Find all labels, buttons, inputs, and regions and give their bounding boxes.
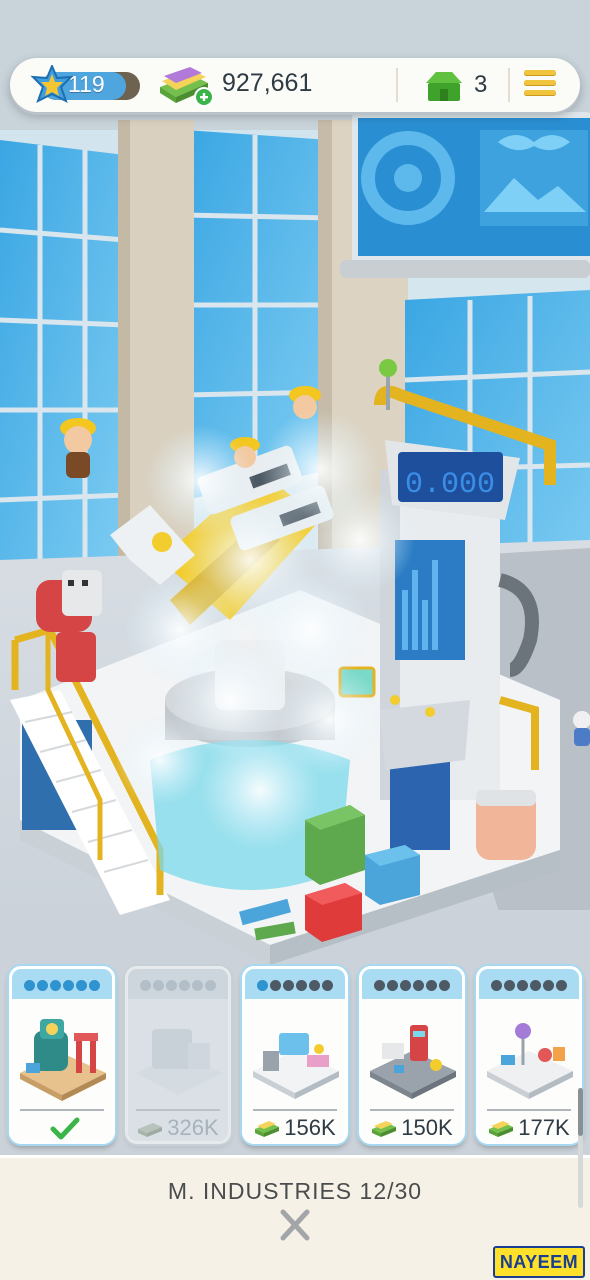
factory-thumbnail xyxy=(370,1025,456,1099)
star-icon xyxy=(30,65,74,104)
rating-dot xyxy=(205,980,216,991)
card-price: 326K xyxy=(128,1115,228,1141)
rating-dot xyxy=(543,980,554,991)
rating-dot xyxy=(63,980,74,991)
card-rating xyxy=(12,969,112,999)
checkmark-icon xyxy=(50,1117,80,1140)
rating-dot xyxy=(322,980,333,991)
factory-thumbnail xyxy=(487,1023,573,1099)
cash-stack-icon xyxy=(372,1121,397,1137)
rating-dot xyxy=(400,980,411,991)
rating-dot xyxy=(491,980,502,991)
rating-dot xyxy=(140,980,151,991)
rating-dot xyxy=(439,980,450,991)
factory-thumbnail xyxy=(253,1033,339,1099)
house-count: 3 xyxy=(474,71,488,98)
industry-title: M. INDUSTRIES 12/30 xyxy=(167,1178,423,1204)
rating-dot xyxy=(530,980,541,991)
card-rating xyxy=(479,969,579,999)
rating-dot xyxy=(426,980,437,991)
player-level[interactable]: 119 xyxy=(24,65,140,104)
rating-dot xyxy=(374,980,385,991)
rating-dot xyxy=(270,980,281,991)
factory-cards-row: 326K 156K 150K 177K xyxy=(0,960,590,1150)
rating-dot xyxy=(192,980,203,991)
cash-stack-icon xyxy=(255,1121,280,1137)
card-divider xyxy=(253,1109,337,1111)
factory-card-1[interactable] xyxy=(9,966,115,1144)
rating-dot xyxy=(76,980,87,991)
factory-card-5[interactable]: 177K xyxy=(476,966,582,1144)
level-value: 119 xyxy=(68,71,105,97)
watermark-badge: NAYEEM xyxy=(493,1246,585,1278)
factory-card-2[interactable]: 326K xyxy=(125,966,231,1144)
card-divider xyxy=(136,1109,220,1111)
card-divider xyxy=(20,1109,104,1111)
rating-dot xyxy=(504,980,515,991)
svg-text:0.000: 0.000 xyxy=(405,468,495,502)
factory-thumbnail xyxy=(20,1019,106,1101)
rating-dot xyxy=(50,980,61,991)
menu-icon[interactable] xyxy=(524,70,556,100)
rating-dot xyxy=(89,980,100,991)
rating-dot xyxy=(296,980,307,991)
rating-dot xyxy=(309,980,320,991)
card-price: 150K xyxy=(362,1115,462,1141)
card-price: 156K xyxy=(245,1115,345,1141)
scrollbar[interactable] xyxy=(578,1088,583,1208)
card-divider xyxy=(487,1109,571,1111)
close-x-icon[interactable] xyxy=(279,1208,311,1242)
card-rating xyxy=(362,969,462,999)
rating-dot xyxy=(283,980,294,991)
factory-thumbnail xyxy=(136,1029,222,1095)
top-hud-bar: 119 927,661 3 xyxy=(10,58,580,112)
card-divider xyxy=(370,1109,454,1111)
factory-card-4[interactable]: 150K xyxy=(359,966,465,1144)
hud-divider xyxy=(396,68,398,102)
cash-stack-icon xyxy=(138,1123,163,1137)
card-rating xyxy=(245,969,345,999)
factory-card-3[interactable]: 156K xyxy=(242,966,348,1144)
rating-dot xyxy=(37,980,48,991)
scrollbar-thumb[interactable] xyxy=(578,1088,583,1136)
rating-dot xyxy=(413,980,424,991)
cash-stack-icon[interactable] xyxy=(158,67,216,107)
rating-dot xyxy=(257,980,268,991)
wall-screen xyxy=(352,112,590,268)
cash-value: 927,661 xyxy=(222,69,313,97)
rating-dot xyxy=(153,980,164,991)
rating-dot xyxy=(24,980,35,991)
card-price: 177K xyxy=(479,1115,579,1141)
cash-stack-icon xyxy=(489,1121,514,1137)
house-icon xyxy=(426,72,462,101)
rating-dot xyxy=(387,980,398,991)
rating-dot xyxy=(517,980,528,991)
rating-dot xyxy=(179,980,190,991)
rating-dot xyxy=(556,980,567,991)
card-rating xyxy=(128,969,228,999)
hud-divider xyxy=(508,68,510,102)
rating-dot xyxy=(166,980,177,991)
